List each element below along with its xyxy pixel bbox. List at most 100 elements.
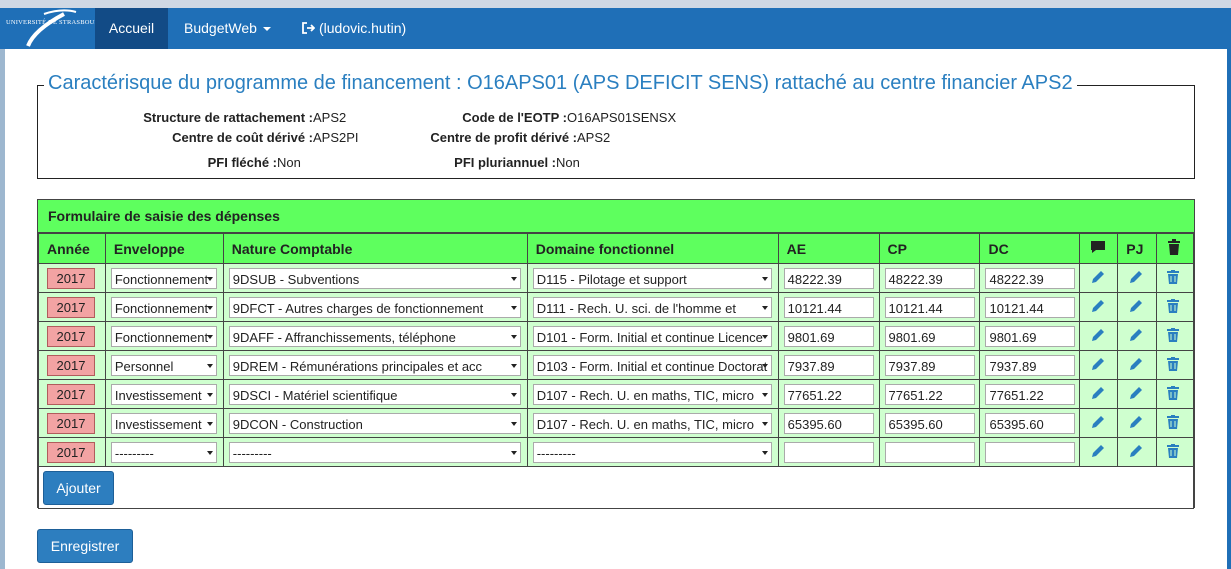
domaine-select[interactable]: D107 - Rech. U. en maths, TIC, micro bbox=[532, 412, 772, 434]
edit-comment-icon[interactable] bbox=[1091, 270, 1107, 286]
edit-comment-icon[interactable] bbox=[1091, 444, 1107, 460]
cell-domaine: D103 - Form. Initial et continue Doctora… bbox=[526, 350, 779, 380]
dc-input[interactable]: 65395.60 bbox=[985, 412, 1076, 434]
domaine-select[interactable]: D103 - Form. Initial et continue Doctora… bbox=[532, 354, 772, 376]
ae-input[interactable]: 10121.44 bbox=[783, 296, 874, 318]
cp-input[interactable]: 48222.39 bbox=[884, 267, 975, 289]
year-field[interactable]: 2017 bbox=[47, 325, 95, 347]
chevron-down-icon bbox=[510, 305, 517, 310]
cell-domaine: D111 - Rech. U. sci. de l'homme et bbox=[526, 292, 779, 322]
dc-input[interactable]: 10121.44 bbox=[985, 296, 1076, 318]
year-field[interactable]: 2017 bbox=[47, 354, 95, 376]
col-nature: Nature Comptable bbox=[222, 233, 528, 264]
nature-select[interactable]: 9DSUB - Subventions bbox=[228, 267, 521, 289]
domaine-select[interactable]: D115 - Pilotage et support bbox=[532, 267, 772, 289]
dc-input[interactable]: 7937.89 bbox=[985, 354, 1076, 376]
dc-input[interactable]: 48222.39 bbox=[985, 267, 1076, 289]
nav-user[interactable]: (ludovic.hutin) bbox=[301, 8, 406, 49]
add-row-button[interactable]: Ajouter bbox=[43, 471, 114, 505]
delete-row-icon[interactable] bbox=[1167, 270, 1183, 286]
enveloppe-select[interactable]: Fonctionnement bbox=[110, 267, 217, 289]
enveloppe-select[interactable]: Investissement bbox=[110, 383, 217, 405]
cell-ae: 9801.69 bbox=[777, 321, 880, 351]
university-logo[interactable]: UNIVERSITÉ DE STRASBOURG bbox=[4, 8, 104, 49]
nature-select[interactable]: 9DREM - Rémunérations principales et acc bbox=[228, 354, 521, 376]
ae-input[interactable]: 77651.22 bbox=[783, 383, 874, 405]
nature-value: 9DCON - Construction bbox=[232, 416, 363, 432]
delete-row-icon[interactable] bbox=[1167, 328, 1183, 344]
cell-enveloppe: --------- bbox=[104, 437, 224, 467]
delete-row-icon[interactable] bbox=[1167, 386, 1183, 402]
cell-annee: 2017 bbox=[38, 292, 106, 322]
ae-input[interactable]: 9801.69 bbox=[783, 325, 874, 347]
edit-comment-icon[interactable] bbox=[1091, 386, 1107, 402]
domaine-select[interactable]: --------- bbox=[532, 441, 772, 463]
delete-row-icon[interactable] bbox=[1167, 415, 1183, 431]
nature-select[interactable]: 9DCON - Construction bbox=[228, 412, 521, 434]
cell-domaine: D115 - Pilotage et support bbox=[526, 263, 779, 293]
edit-comment-icon[interactable] bbox=[1091, 357, 1107, 373]
dc-input[interactable]: 9801.69 bbox=[985, 325, 1076, 347]
chevron-down-icon bbox=[510, 334, 517, 339]
edit-comment-icon[interactable] bbox=[1091, 299, 1107, 315]
edit-attachment-icon[interactable] bbox=[1129, 357, 1145, 373]
year-field[interactable]: 2017 bbox=[47, 441, 95, 463]
year-field[interactable]: 2017 bbox=[47, 383, 95, 405]
dc-input[interactable]: 77651.22 bbox=[985, 383, 1076, 405]
chevron-down-icon bbox=[761, 334, 768, 339]
window-left-edge bbox=[0, 49, 5, 569]
year-field[interactable]: 2017 bbox=[47, 412, 95, 434]
domaine-value: D107 - Rech. U. en maths, TIC, micro bbox=[536, 387, 754, 403]
cp-input[interactable]: 9801.69 bbox=[884, 325, 975, 347]
cell-nature: --------- bbox=[222, 437, 528, 467]
ae-input[interactable]: 48222.39 bbox=[783, 267, 874, 289]
nav-budgetweb-dropdown[interactable]: BudgetWeb bbox=[184, 8, 271, 49]
enveloppe-select[interactable]: Investissement bbox=[110, 412, 217, 434]
ae-input[interactable]: 65395.60 bbox=[783, 412, 874, 434]
domaine-select[interactable]: D111 - Rech. U. sci. de l'homme et bbox=[532, 296, 772, 318]
cell-nature: 9DFCT - Autres charges de fonctionnement bbox=[222, 292, 528, 322]
cp-input[interactable]: 65395.60 bbox=[884, 412, 975, 434]
nature-select[interactable]: 9DSCI - Matériel scientifique bbox=[228, 383, 521, 405]
ae-input[interactable]: 7937.89 bbox=[783, 354, 874, 376]
cell-dc: 77651.22 bbox=[979, 379, 1081, 409]
edit-attachment-icon[interactable] bbox=[1129, 299, 1145, 315]
table-row: 2017 Investissement 9DSCI - Matériel scien… bbox=[38, 379, 1194, 409]
edit-attachment-icon[interactable] bbox=[1129, 386, 1145, 402]
edit-attachment-icon[interactable] bbox=[1129, 270, 1145, 286]
cell-delete bbox=[1156, 292, 1194, 322]
cp-input[interactable]: 7937.89 bbox=[884, 354, 975, 376]
cp-input[interactable] bbox=[884, 441, 975, 463]
ae-input[interactable] bbox=[783, 441, 874, 463]
edit-attachment-icon[interactable] bbox=[1129, 328, 1145, 344]
dc-input[interactable] bbox=[985, 441, 1076, 463]
enveloppe-select[interactable]: Fonctionnement bbox=[110, 325, 217, 347]
chevron-down-icon bbox=[761, 421, 768, 426]
nav-budgetweb-label: BudgetWeb bbox=[184, 20, 257, 36]
nature-select[interactable]: 9DAFF - Affranchissements, téléphone bbox=[228, 325, 521, 347]
year-field[interactable]: 2017 bbox=[47, 267, 95, 289]
nature-value: 9DSUB - Subventions bbox=[232, 271, 360, 287]
delete-row-icon[interactable] bbox=[1167, 357, 1183, 373]
delete-row-icon[interactable] bbox=[1167, 444, 1183, 460]
edit-comment-icon[interactable] bbox=[1091, 328, 1107, 344]
cell-domaine: D107 - Rech. U. en maths, TIC, micro bbox=[526, 379, 779, 409]
nav-accueil[interactable]: Accueil bbox=[95, 8, 168, 49]
year-field[interactable]: 2017 bbox=[47, 296, 95, 318]
enveloppe-select[interactable]: Personnel bbox=[110, 354, 217, 376]
delete-row-icon[interactable] bbox=[1167, 299, 1183, 315]
domaine-select[interactable]: D107 - Rech. U. en maths, TIC, micro bbox=[532, 383, 772, 405]
enveloppe-select[interactable]: Fonctionnement bbox=[110, 296, 217, 318]
logo-swoosh-icon bbox=[26, 9, 77, 47]
edit-comment-icon[interactable] bbox=[1091, 415, 1107, 431]
cp-input[interactable]: 77651.22 bbox=[884, 383, 975, 405]
edit-attachment-icon[interactable] bbox=[1129, 444, 1145, 460]
enveloppe-select[interactable]: --------- bbox=[110, 441, 217, 463]
nature-select[interactable]: --------- bbox=[228, 441, 521, 463]
edit-attachment-icon[interactable] bbox=[1129, 415, 1145, 431]
cp-input[interactable]: 10121.44 bbox=[884, 296, 975, 318]
save-button[interactable]: Enregistrer bbox=[37, 529, 133, 563]
nature-select[interactable]: 9DFCT - Autres charges de fonctionnement bbox=[228, 296, 521, 318]
cell-nature: 9DCON - Construction bbox=[222, 408, 528, 438]
domaine-select[interactable]: D101 - Form. Initial et continue Licence bbox=[532, 325, 772, 347]
